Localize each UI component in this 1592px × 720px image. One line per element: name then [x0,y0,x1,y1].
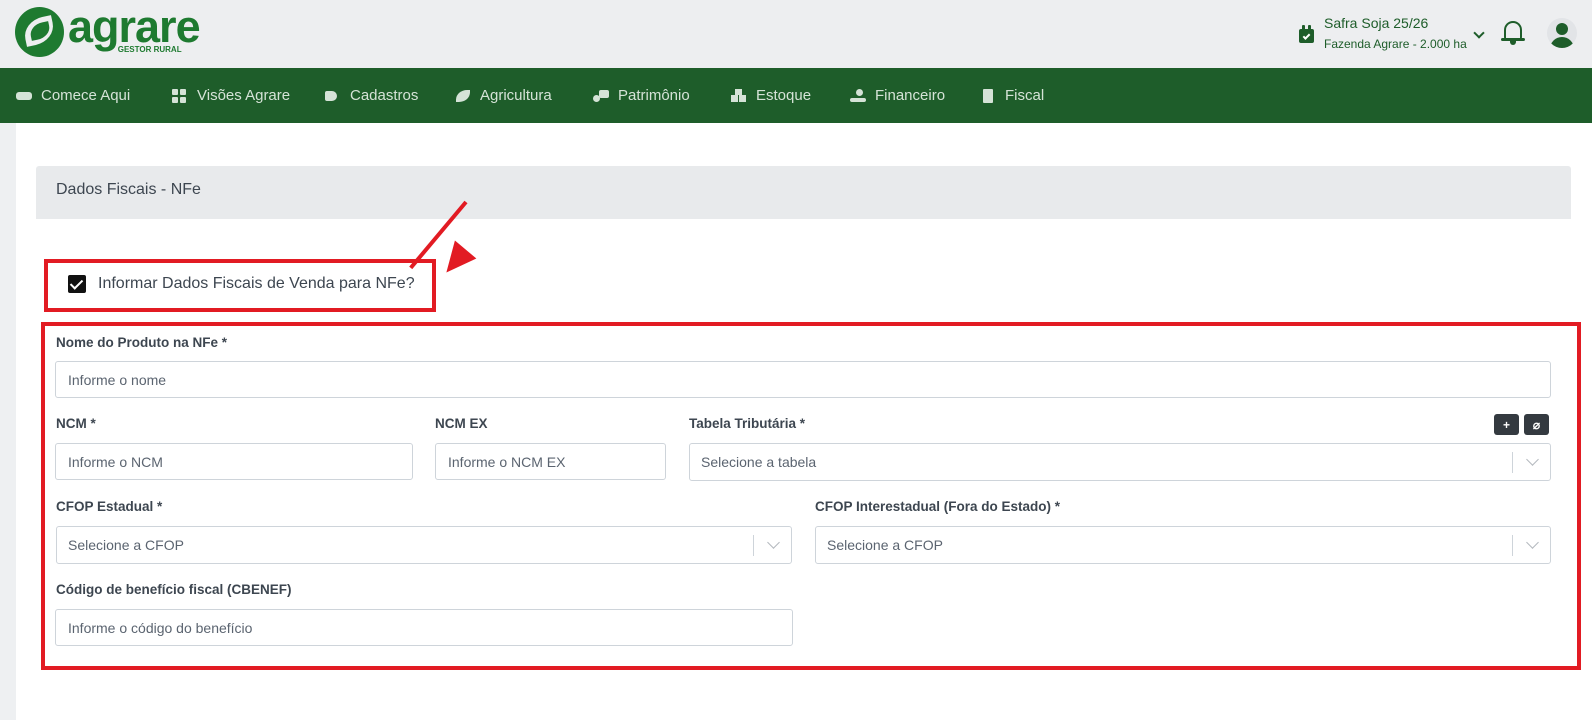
tags-icon [325,89,341,103]
tractor-icon [593,89,609,103]
nav-label: Financeiro [875,87,946,104]
cfop-estadual-label: CFOP Estadual * [56,499,163,514]
leaf-icon [455,89,471,103]
add-tabela-button[interactable]: + [1494,414,1519,435]
clear-tabela-button[interactable]: ⌀ [1524,414,1549,435]
nav-agricultura[interactable]: Agricultura [455,68,552,123]
calendar-check-icon [1298,24,1315,43]
tabela-select[interactable]: Selecione a tabela [689,443,1551,481]
logo-subtitle: GESTOR RURAL [117,45,182,54]
ncmex-input[interactable]: Informe o NCM EX [435,443,666,480]
bell-icon[interactable] [1501,19,1525,45]
ncm-input[interactable]: Informe o NCM [55,443,413,480]
card-title: Dados Fiscais - NFe [56,181,201,198]
nome-label: Nome do Produto na NFe * [56,335,228,350]
nav-estoque[interactable]: Estoque [731,68,811,123]
ncmex-label: NCM EX [435,416,488,431]
cfop-interestadual-select[interactable]: Selecione a CFOP [815,526,1551,564]
cfop-interestadual-placeholder: Selecione a CFOP [827,537,943,553]
nav-label: Agricultura [480,87,552,104]
dashboard-icon [172,88,188,103]
cbenef-label: Código de benefício fiscal (CBENEF) [56,582,292,597]
hand-money-icon [850,88,866,103]
file-invoice-icon [980,88,996,103]
nav-patrimonio[interactable]: Patrimônio [593,68,690,123]
nav-label: Patrimônio [618,87,690,104]
chevron-down-icon[interactable] [1526,536,1539,549]
user-avatar-icon[interactable] [1547,18,1577,48]
nav-label: Estoque [756,87,812,104]
tabela-label: Tabela Tributária * [689,416,806,431]
select-separator [1512,535,1513,556]
nav-fiscal[interactable]: Fiscal [980,68,1044,123]
main-nav: Comece Aqui Visões Agrare Cadastros Agri… [0,68,1592,123]
nav-visoes-agrare[interactable]: Visões Agrare [172,68,290,123]
nav-label: Visões Agrare [197,87,291,104]
nav-comece-aqui[interactable]: Comece Aqui [16,68,130,123]
select-separator [753,535,754,556]
cfop-interestadual-label: CFOP Interestadual (Fora do Estado) * [815,499,1061,514]
safra-selector[interactable]: Safra Soja 25/26 Fazenda Agrare - 2.000 … [1298,14,1485,53]
cfop-estadual-placeholder: Selecione a CFOP [68,537,184,553]
logo-wordmark: agrare [68,1,201,52]
boxes-icon [731,88,747,103]
chevron-down-icon[interactable] [1526,453,1539,466]
handshake-icon [16,89,32,103]
chevron-down-icon[interactable] [1473,28,1485,40]
tabela-placeholder: Selecione a tabela [701,454,817,470]
nav-financeiro[interactable]: Financeiro [850,68,945,123]
select-separator [1512,452,1513,473]
leaf-logo-icon [15,7,64,57]
safra-title: Safra Soja 25/26 [1324,15,1429,31]
cbenef-input[interactable]: Informe o código do benefício [55,609,793,646]
nav-cadastros[interactable]: Cadastros [325,68,418,123]
cfop-estadual-select[interactable]: Selecione a CFOP [56,526,792,564]
highlight-box-checkbox [44,259,436,312]
top-header: agrare GESTOR RURAL Safra Soja 25/26 Faz… [0,0,1592,68]
nome-input[interactable]: Informe o nome [55,361,1551,398]
nav-label: Cadastros [350,87,419,104]
ncm-label: NCM * [56,416,96,431]
nav-label: Fiscal [1005,87,1045,104]
chevron-down-icon[interactable] [767,536,780,549]
agrare-logo[interactable]: agrare GESTOR RURAL [15,1,201,57]
nav-label: Comece Aqui [41,87,131,104]
safra-farm: Fazenda Agrare - 2.000 ha [1324,37,1467,51]
card-header [36,166,1571,219]
